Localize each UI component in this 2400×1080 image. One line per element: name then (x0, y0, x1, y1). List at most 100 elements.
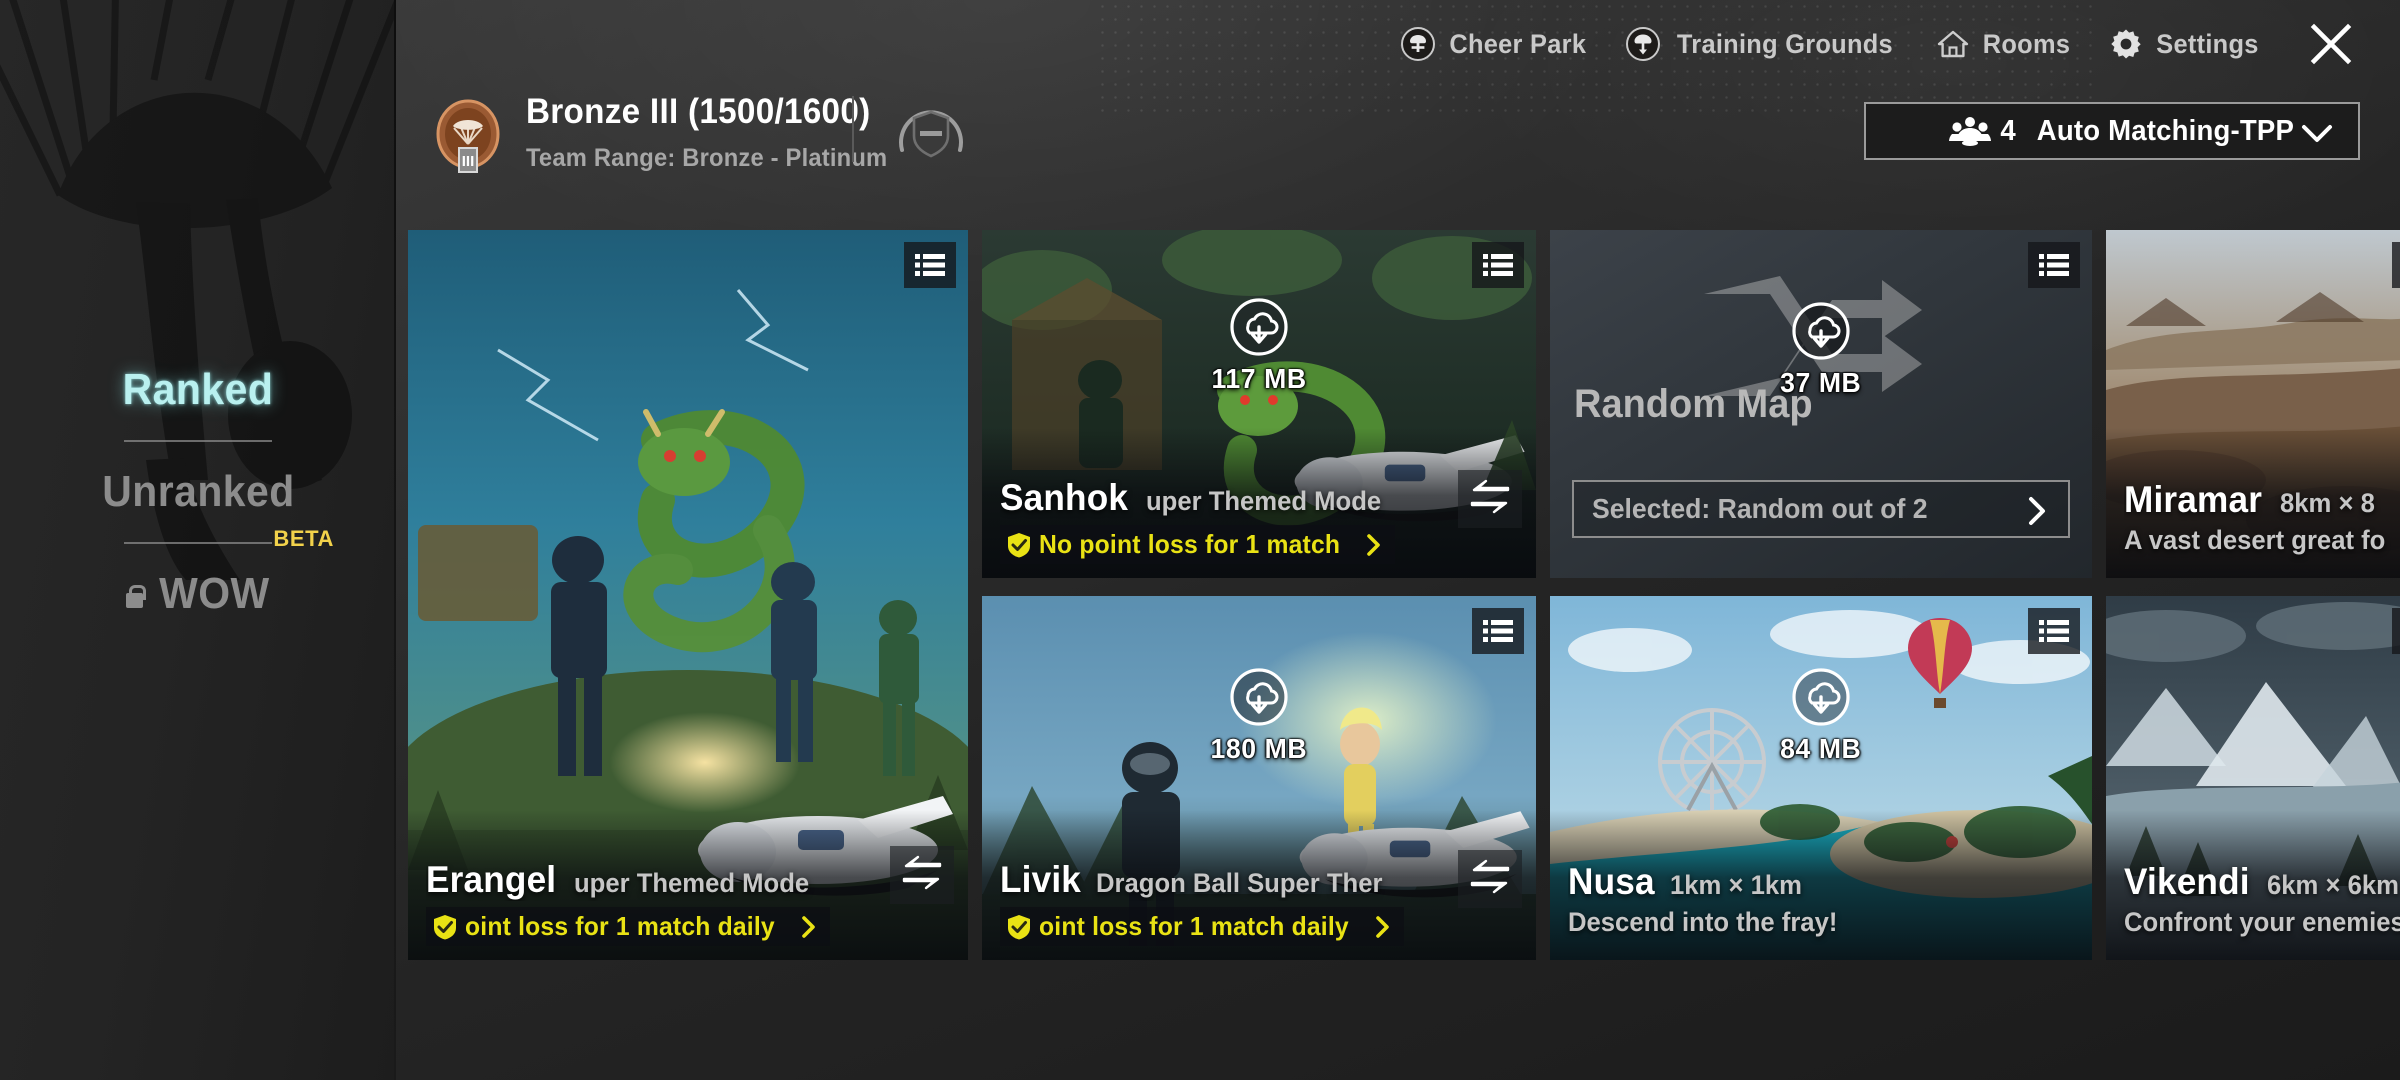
map-card-vikendi[interactable]: Vikendi 6km × 6km Confront your enemies (2106, 596, 2400, 960)
map-card-erangel[interactable]: Erangel uper Themed Mode oint loss for 1… (408, 230, 968, 960)
cloud-download-icon (1792, 668, 1850, 726)
map-card-livik-download[interactable]: 180 MB (982, 666, 1536, 765)
map-card-livik-promo-text: oint loss for 1 match daily (1039, 911, 1349, 941)
map-card-livik-footer: Livik Dragon Ball Super Ther oint loss f… (982, 859, 1536, 960)
map-card-erangel-promo-text: oint loss for 1 match daily (465, 911, 775, 941)
chevron-right-icon (802, 915, 815, 938)
nav-settings[interactable]: Settings (2091, 16, 2280, 72)
map-card-livik-menu-button[interactable] (1472, 608, 1524, 654)
main-panel: Cheer Park Training Grounds Rooms Settin… (396, 0, 2400, 1080)
card-menu-icon (2039, 254, 2069, 276)
header-divider (852, 96, 854, 162)
sidebar-mode-unranked[interactable]: Unranked (0, 442, 396, 542)
map-card-random-name: Random Map (1574, 382, 1813, 426)
cloud-download-icon (1792, 302, 1850, 360)
map-card-random-selection-text: Selected: Random out of 2 (1592, 493, 1928, 524)
map-card-erangel-promo[interactable]: oint loss for 1 match daily (426, 907, 831, 946)
team-mode-selector[interactable]: 4 Auto Matching-TPP (1864, 102, 2360, 160)
map-card-sanhok-download[interactable]: 117 MB (982, 296, 1536, 395)
chevron-down-icon (2302, 125, 2332, 142)
yellow-shield-check-icon (1008, 532, 1030, 557)
map-card-miramar-desc: A vast desert great fo (2124, 525, 2386, 555)
lock-icon (123, 584, 146, 610)
nav-cheer-park[interactable]: Cheer Park (1383, 16, 1609, 72)
map-card-livik-promo[interactable]: oint loss for 1 match daily (1000, 907, 1405, 946)
card-menu-icon (1483, 254, 1513, 276)
map-card-sanhok-promo-text: No point loss for 1 match (1039, 529, 1341, 559)
map-cards-grid: Erangel uper Themed Mode oint loss for 1… (408, 230, 2400, 960)
map-card-sanhok-promo[interactable]: No point loss for 1 match (1000, 525, 1396, 564)
team-mode-count: 4 (2000, 114, 2016, 147)
map-card-nusa-name: Nusa (1568, 861, 1655, 902)
map-card-vikendi-name: Vikendi (2124, 861, 2250, 902)
sidebar-mode-ranked-label: Ranked (122, 365, 274, 414)
map-card-vikendi-footer: Vikendi 6km × 6km Confront your enemies (2106, 861, 2400, 960)
nav-settings-label: Settings (2156, 28, 2259, 59)
rank-title: Bronze III (1500/1600) (526, 92, 871, 131)
nav-training-grounds-label: Training Grounds (1677, 28, 1894, 59)
wow-beta-badge: BETA (273, 526, 334, 551)
yellow-shield-check-icon (434, 914, 456, 939)
card-menu-icon (915, 254, 945, 276)
yellow-shield-check-icon (1008, 914, 1030, 939)
map-card-random-selection-button[interactable]: Selected: Random out of 2 (1572, 480, 2070, 538)
close-button[interactable] (2302, 15, 2360, 73)
map-card-livik[interactable]: 180 MB Livik Dragon Ball Super Ther oint… (982, 596, 1536, 960)
nav-rooms[interactable]: Rooms (1918, 16, 2091, 72)
card-menu-icon (2039, 620, 2069, 642)
sidebar-mode-unranked-label: Unranked (101, 467, 295, 516)
bronze-rank-badge-icon: III (436, 99, 500, 173)
map-card-random-menu-button[interactable] (2028, 242, 2080, 288)
map-card-nusa-desc: Descend into the fray! (1568, 907, 1838, 937)
map-card-livik-meta: Dragon Ball Super Ther (1096, 868, 1383, 898)
rank-header: III Bronze III (1500/1600) Team Range: B… (396, 92, 2400, 188)
close-icon (2310, 23, 2352, 65)
team-mode-label: Auto Matching-TPP (2037, 114, 2295, 147)
map-card-miramar[interactable]: Miramar 8km × 8 A vast desert great fo (2106, 230, 2400, 578)
home-icon (1937, 30, 1969, 58)
map-card-sanhok[interactable]: 117 MB Sanhok uper Themed Mode No point … (982, 230, 1536, 578)
map-card-livik-download-size: 180 MB (1210, 733, 1308, 764)
pubg-map-selection-screen: Ranked Unranked BETA WOW Cheer Park Trai… (0, 0, 2400, 1080)
nav-cheer-park-label: Cheer Park (1449, 28, 1586, 59)
map-card-miramar-meta: 8km × 8 (2280, 488, 2376, 518)
sidebar-mode-ranked[interactable]: Ranked (0, 340, 396, 440)
map-card-miramar-footer: Miramar 8km × 8 A vast desert great fo (2106, 479, 2400, 578)
map-card-nusa-menu-button[interactable] (2028, 608, 2080, 654)
rank-protection-shield-icon[interactable] (888, 88, 974, 174)
map-card-nusa-meta: 1km × 1km (1670, 870, 1803, 900)
training-grounds-icon (1626, 27, 1661, 61)
map-card-vikendi-desc: Confront your enemies (2124, 907, 2400, 937)
svg-text:III: III (462, 153, 475, 170)
card-menu-icon (1483, 620, 1513, 642)
map-card-erangel-footer: Erangel uper Themed Mode oint loss for 1… (408, 859, 968, 960)
map-card-miramar-menu-button[interactable] (2392, 242, 2400, 288)
map-card-erangel-meta: uper Themed Mode (574, 868, 810, 898)
map-card-miramar-name: Miramar (2124, 479, 2263, 520)
left-sidebar: Ranked Unranked BETA WOW (0, 0, 396, 1080)
map-card-sanhok-name: Sanhok (1000, 477, 1129, 518)
game-mode-list: Ranked Unranked BETA WOW (0, 340, 396, 644)
nav-training-grounds[interactable]: Training Grounds (1608, 16, 1918, 72)
map-card-erangel-name: Erangel (426, 859, 557, 900)
gear-icon (2111, 29, 2141, 59)
map-card-sanhok-download-size: 117 MB (1211, 363, 1307, 394)
map-card-sanhok-footer: Sanhok uper Themed Mode No point loss fo… (982, 477, 1536, 578)
top-navigation: Cheer Park Training Grounds Rooms Settin… (1383, 16, 2360, 72)
map-card-sanhok-menu-button[interactable] (1472, 242, 1524, 288)
map-card-erangel-menu-button[interactable] (904, 242, 956, 288)
map-card-random[interactable]: 37 MB Random Map Selected: Random out of… (1550, 230, 2092, 578)
map-card-nusa[interactable]: 84 MB Nusa 1km × 1km Descend into the fr… (1550, 596, 2092, 960)
sidebar-mode-wow[interactable]: BETA WOW (0, 526, 396, 644)
chevron-right-icon (1376, 915, 1389, 938)
map-card-vikendi-menu-button[interactable] (2392, 608, 2400, 654)
cloud-download-icon (1230, 668, 1288, 726)
map-card-nusa-download[interactable]: 84 MB (1550, 666, 2092, 765)
rank-team-range: Team Range: Bronze - Platinum (526, 144, 888, 172)
map-card-vikendi-meta: 6km × 6km (2267, 870, 2400, 900)
map-card-nusa-download-size: 84 MB (1780, 733, 1862, 764)
cheer-park-icon (1400, 27, 1435, 61)
chevron-right-icon (2029, 497, 2045, 525)
chevron-right-icon (1367, 533, 1380, 556)
map-card-nusa-footer: Nusa 1km × 1km Descend into the fray! (1550, 861, 2092, 960)
